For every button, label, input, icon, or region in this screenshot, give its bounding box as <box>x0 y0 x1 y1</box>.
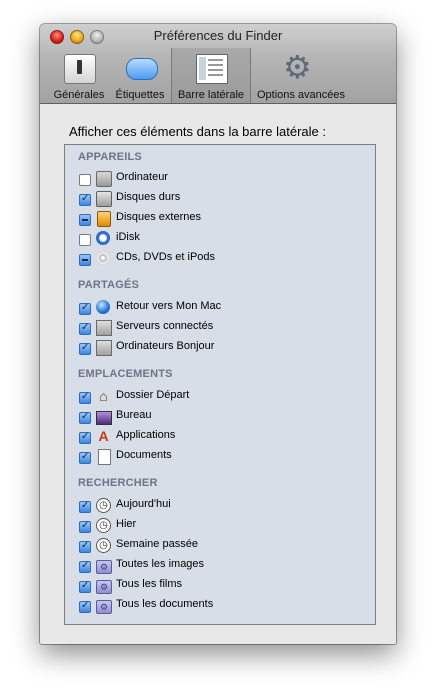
tab-options-avancees-label: Options avancées <box>256 89 346 101</box>
tab-etiquettes[interactable]: Étiquettes <box>112 48 168 103</box>
section-title-rechercher: RECHERCHER <box>78 477 158 489</box>
sidebar-item-disques-externes[interactable]: Disques externes <box>79 210 369 228</box>
section-title-partages: PARTAGÉS <box>78 279 140 291</box>
sidebar-item-cds-dvds-ipods[interactable]: CDs, DVDs et iPods <box>79 250 369 268</box>
tab-generales[interactable]: Générales <box>46 48 112 103</box>
clock-icon: ◷ <box>96 518 111 533</box>
checkbox[interactable] <box>79 561 91 573</box>
section-title-appareils: APPAREILS <box>78 151 142 163</box>
sidebar-item-serveurs-connectes[interactable]: Serveurs connectés <box>79 319 369 337</box>
computer-icon <box>96 171 112 187</box>
item-label: Hier <box>116 518 137 530</box>
checkbox[interactable] <box>79 581 91 593</box>
checkbox[interactable] <box>79 343 91 355</box>
item-label: Tous les documents <box>116 598 214 610</box>
sidebar-item-applications[interactable]: A Applications <box>79 428 369 446</box>
tab-barre-laterale-label: Barre latérale <box>177 89 245 101</box>
finder-preferences-window: Préférences du Finder Générales Étiquett… <box>40 24 396 644</box>
checkbox[interactable] <box>79 174 91 186</box>
checkbox[interactable] <box>79 303 91 315</box>
server-icon <box>96 320 112 336</box>
tab-options-avancees[interactable]: ⚙ Options avancées <box>251 48 351 103</box>
title-bar[interactable]: Préférences du Finder Générales Étiquett… <box>40 24 396 104</box>
sidebar-heading: Afficher ces éléments dans la barre laté… <box>69 124 327 139</box>
checkbox[interactable] <box>79 521 91 533</box>
checkbox[interactable] <box>79 254 91 266</box>
switch-icon <box>64 54 96 84</box>
sidebar-item-ordinateur[interactable]: Ordinateur <box>79 170 369 188</box>
smart-folder-icon: ⚙ <box>96 600 112 614</box>
item-label: Tous les films <box>116 578 183 590</box>
checkbox[interactable] <box>79 501 91 513</box>
tab-generales-label: Générales <box>53 89 105 101</box>
item-label: Retour vers Mon Mac <box>116 300 222 312</box>
checkbox[interactable] <box>79 214 91 226</box>
checkbox[interactable] <box>79 194 91 206</box>
item-label: iDisk <box>116 231 140 243</box>
tab-barre-laterale[interactable]: Barre latérale <box>171 48 251 103</box>
sidebar-item-bureau[interactable]: Bureau <box>79 408 369 426</box>
external-drive-icon <box>97 211 111 227</box>
sidebar-item-retour-vers-mon-mac[interactable]: Retour vers Mon Mac <box>79 299 369 317</box>
sidebar-item-tous-les-films[interactable]: ⚙ Tous les films <box>79 577 369 595</box>
hard-drive-icon <box>96 191 112 207</box>
sidebar-item-aujourdhui[interactable]: ◷ Aujourd'hui <box>79 497 369 515</box>
item-label: Disques durs <box>116 191 181 203</box>
checkbox[interactable] <box>79 234 91 246</box>
checkbox[interactable] <box>79 392 91 404</box>
item-label: Toutes les images <box>116 558 205 570</box>
window-title: Préférences du Finder <box>153 28 283 43</box>
server-icon <box>96 340 112 356</box>
item-label: Ordinateurs Bonjour <box>116 340 215 352</box>
checkbox[interactable] <box>79 323 91 335</box>
gear-icon: ⚙ <box>283 49 312 85</box>
applications-icon: A <box>98 428 109 444</box>
item-label: CDs, DVDs et iPods <box>116 251 216 263</box>
smart-folder-icon: ⚙ <box>96 580 112 594</box>
item-label: Bureau <box>116 409 152 421</box>
checkbox[interactable] <box>79 541 91 553</box>
checkbox[interactable] <box>79 412 91 424</box>
sidebar-item-semaine-passee[interactable]: ◷ Semaine passée <box>79 537 369 555</box>
label-icon <box>126 58 158 80</box>
checkbox[interactable] <box>79 432 91 444</box>
desktop-icon <box>96 411 112 425</box>
sidebar-item-dossier-depart[interactable]: ⌂ Dossier Départ <box>79 388 369 406</box>
sidebar-item-tous-les-documents[interactable]: ⚙ Tous les documents <box>79 597 369 615</box>
sidebar-item-disques-durs[interactable]: Disques durs <box>79 190 369 208</box>
tab-etiquettes-label: Étiquettes <box>115 89 165 101</box>
item-label: Dossier Départ <box>116 389 190 401</box>
section-title-emplacements: EMPLACEMENTS <box>78 368 173 380</box>
sidebar-item-hier[interactable]: ◷ Hier <box>79 517 369 535</box>
clock-icon: ◷ <box>96 498 111 513</box>
item-label: Disques externes <box>116 211 201 223</box>
checkbox[interactable] <box>79 452 91 464</box>
idisk-icon <box>96 231 110 245</box>
sidebar-item-toutes-les-images[interactable]: ⚙ Toutes les images <box>79 557 369 575</box>
clock-icon: ◷ <box>96 538 111 553</box>
sidebar-item-documents[interactable]: Documents <box>79 448 369 466</box>
home-icon: ⌂ <box>99 388 108 404</box>
checkbox[interactable] <box>79 601 91 613</box>
globe-icon <box>96 300 110 314</box>
item-label: Documents <box>116 449 172 461</box>
document-icon <box>98 449 111 465</box>
smart-folder-icon: ⚙ <box>96 560 112 574</box>
item-label: Ordinateur <box>116 171 168 183</box>
sidebar-item-idisk[interactable]: iDisk <box>79 230 369 248</box>
cd-icon <box>96 251 110 265</box>
sidebar-icon <box>196 54 228 84</box>
item-label: Applications <box>116 429 176 441</box>
sidebar-items-panel: APPAREILS Ordinateur Disques durs Disque… <box>64 144 376 625</box>
item-label: Aujourd'hui <box>116 498 171 510</box>
item-label: Semaine passée <box>116 538 198 550</box>
item-label: Serveurs connectés <box>116 320 214 332</box>
sidebar-item-ordinateurs-bonjour[interactable]: Ordinateurs Bonjour <box>79 339 369 357</box>
